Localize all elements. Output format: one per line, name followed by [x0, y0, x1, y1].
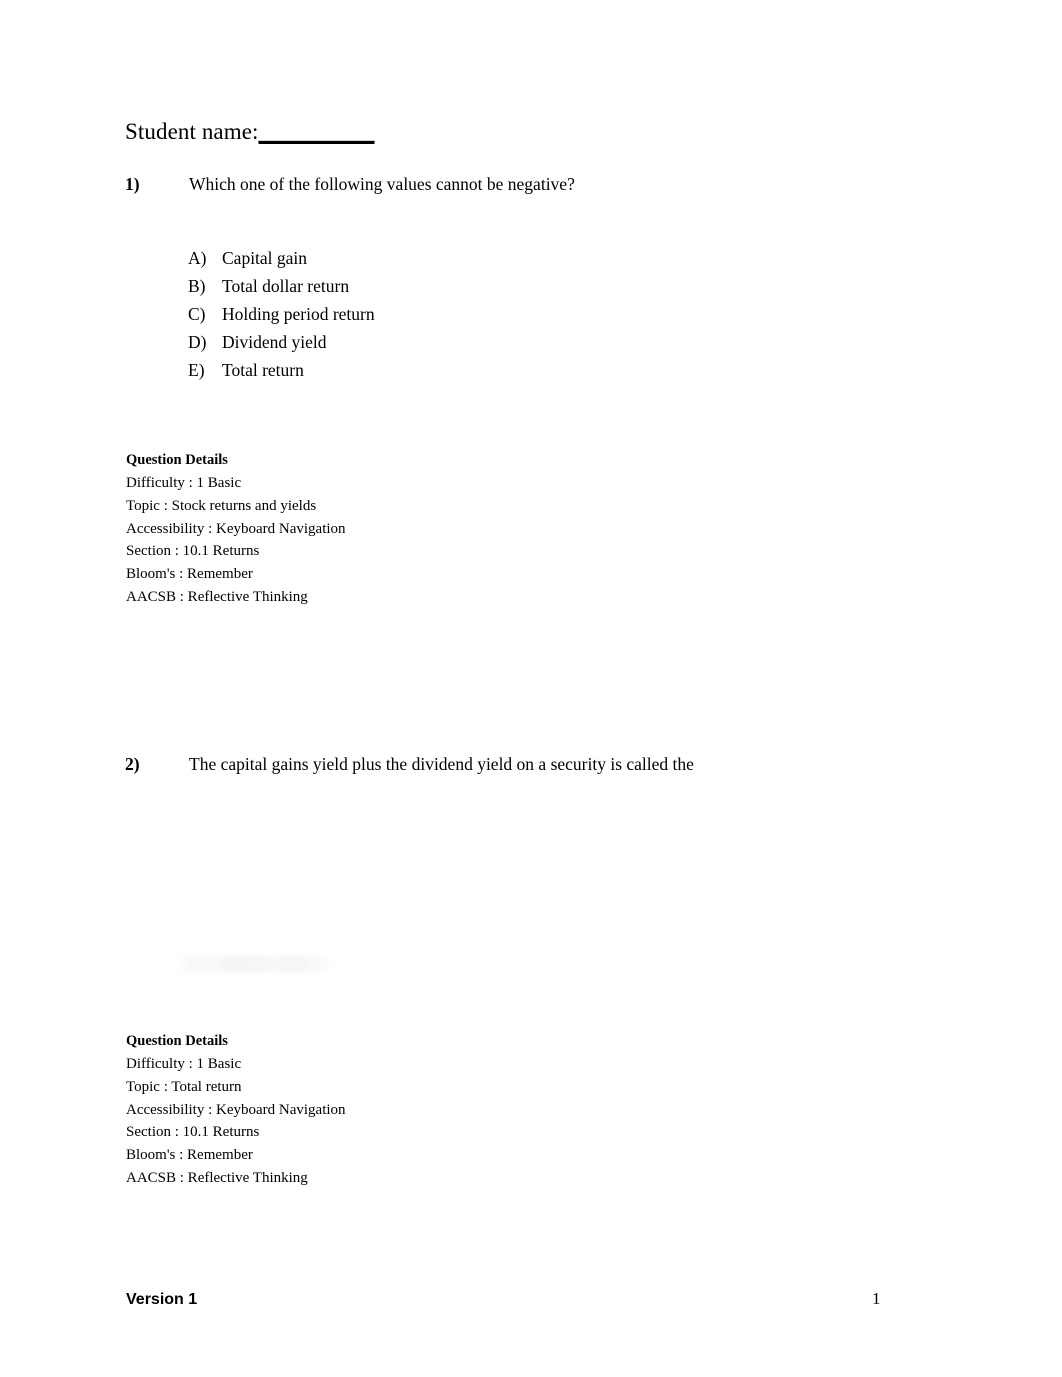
- question-1-details-title: Question Details: [126, 452, 228, 468]
- option-c[interactable]: C) Holding period return: [188, 300, 375, 328]
- option-c-label: C): [188, 304, 206, 324]
- question-1-detail-aacsb: AACSB : Reflective Thinking: [126, 588, 308, 605]
- question-1-line: 1) Which one of the following values can…: [125, 172, 985, 196]
- footer-version: Version 1: [126, 1291, 198, 1308]
- question-2-detail-accessibility: Accessibility : Keyboard Navigation: [126, 1101, 346, 1118]
- option-e-text: Total return: [222, 360, 304, 380]
- option-b[interactable]: B) Total dollar return: [188, 272, 375, 300]
- option-a-text: Capital gain: [222, 248, 308, 268]
- option-d-text: Dividend yield: [222, 332, 327, 352]
- option-e-label: E): [188, 360, 205, 380]
- question-2-text: The capital gains yield plus the dividen…: [189, 754, 694, 774]
- student-name-blank: __________: [258, 119, 375, 144]
- question-2-detail-topic: Topic : Total return: [126, 1078, 242, 1095]
- question-1-text: Which one of the following values cannot…: [189, 174, 575, 194]
- option-a[interactable]: A) Capital gain: [188, 244, 375, 272]
- option-b-label: B): [188, 276, 206, 296]
- question-2-details: Question Details Difficulty : 1 Basic To…: [126, 1031, 346, 1190]
- question-2-detail-section: Section : 10.1 Returns: [126, 1124, 260, 1141]
- question-1-detail-blooms: Bloom's : Remember: [126, 566, 253, 583]
- student-name-label: Student name:: [125, 119, 259, 144]
- question-2-details-title: Question Details: [126, 1033, 228, 1049]
- option-a-label: A): [188, 248, 207, 268]
- question-2-detail-aacsb: AACSB : Reflective Thinking: [126, 1169, 308, 1186]
- question-2-detail-difficulty: Difficulty : 1 Basic: [126, 1056, 242, 1072]
- question-2-detail-blooms: Bloom's : Remember: [126, 1147, 253, 1164]
- question-1-detail-section: Section : 10.1 Returns: [126, 543, 260, 560]
- redacted-text-artifact: [176, 955, 340, 973]
- question-1-detail-accessibility: Accessibility : Keyboard Navigation: [126, 520, 346, 537]
- question-1-number: 1): [125, 174, 140, 194]
- question-1-options: A) Capital gain B) Total dollar return C…: [188, 244, 375, 384]
- question-2: 2) The capital gains yield plus the divi…: [125, 752, 985, 776]
- option-c-text: Holding period return: [222, 304, 375, 324]
- question-1-detail-difficulty: Difficulty : 1 Basic: [126, 475, 242, 491]
- footer-page-number: 1: [872, 1289, 881, 1308]
- option-d[interactable]: D) Dividend yield: [188, 328, 375, 356]
- question-1-detail-topic: Topic : Stock returns and yields: [126, 497, 317, 514]
- question-2-number: 2): [125, 754, 140, 774]
- option-b-text: Total dollar return: [222, 276, 350, 296]
- question-1-details: Question Details Difficulty : 1 Basic To…: [126, 450, 346, 609]
- question-1: 1) Which one of the following values can…: [125, 172, 985, 196]
- option-d-label: D): [188, 332, 207, 352]
- student-name-heading: Student name:__________: [125, 118, 375, 146]
- option-e[interactable]: E) Total return: [188, 356, 375, 384]
- question-2-line: 2) The capital gains yield plus the divi…: [125, 752, 985, 776]
- document-page: Student name:__________ 1) Which one of …: [0, 0, 1062, 1377]
